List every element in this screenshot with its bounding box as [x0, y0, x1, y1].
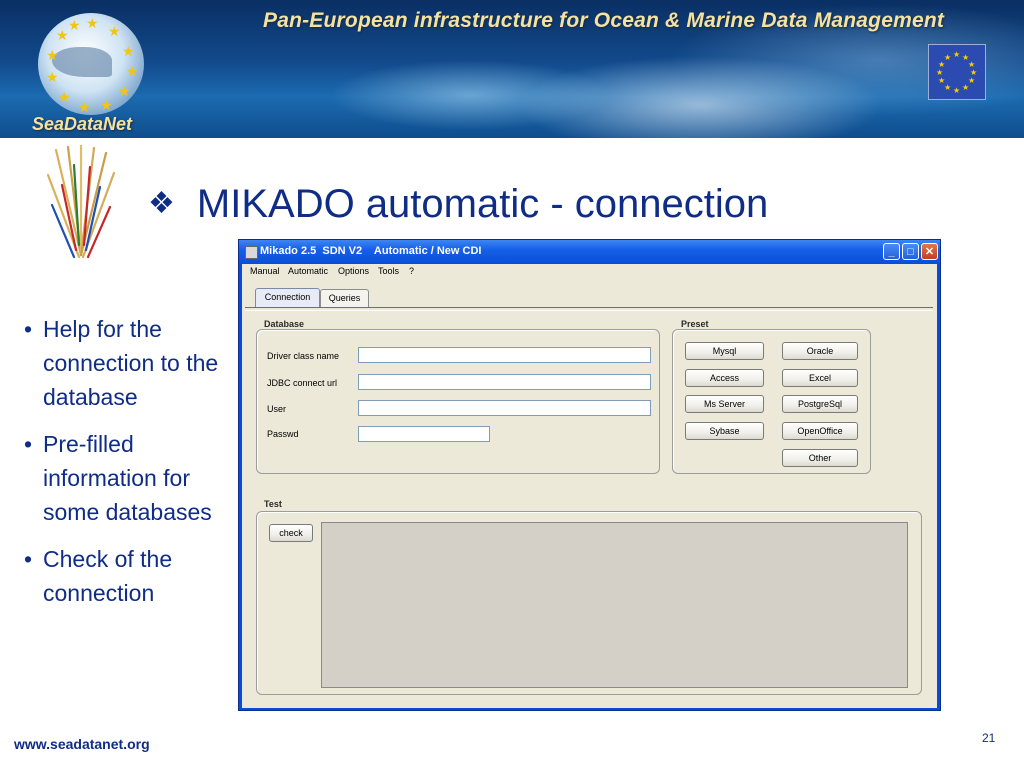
diamond-bullet-icon: ❖: [148, 187, 175, 220]
footer-url[interactable]: www.seadatanet.org: [14, 736, 150, 752]
mikado-window: Mikado 2.5 SDN V2 Automatic / New CDI _ …: [238, 239, 941, 711]
preset-sybase-button[interactable]: Sybase: [685, 422, 764, 440]
preset-other-button[interactable]: Other: [782, 449, 858, 467]
preset-msserver-button[interactable]: Ms Server: [685, 395, 764, 413]
tab-divider: [245, 307, 933, 311]
eu-flag-icon: ★ ★ ★ ★ ★ ★ ★ ★ ★ ★ ★ ★: [928, 44, 986, 100]
passwd-input[interactable]: [358, 426, 490, 442]
star-icon: ★: [58, 89, 71, 105]
window-title: Mikado 2.5 SDN V2 Automatic / New CDI: [260, 245, 482, 257]
star-icon: ★: [118, 83, 131, 99]
slide-title-text: MIKADO automatic - connection: [196, 182, 769, 226]
driver-class-label: Driver class name: [267, 351, 340, 361]
star-icon: ★: [46, 69, 59, 85]
preset-group-label: Preset: [681, 319, 709, 329]
preset-openoffice-button[interactable]: OpenOffice: [782, 422, 858, 440]
user-input[interactable]: [358, 400, 651, 416]
window-client-area: Manual Automatic Options Tools ? Connect…: [242, 264, 937, 708]
user-label: User: [267, 404, 287, 414]
passwd-label: Passwd: [267, 429, 299, 439]
preset-access-button[interactable]: Access: [685, 369, 764, 387]
star-icon: ★: [122, 43, 135, 59]
close-button[interactable]: ✕: [921, 243, 938, 260]
header-banner: ★ ★ ★ ★ ★ ★ ★ ★ ★ ★ ★ ★ SeaDataNet Pan-E…: [0, 0, 1024, 138]
bullet-list: Help for the connection to the database …: [24, 312, 224, 623]
menu-options[interactable]: Options: [338, 266, 369, 276]
menu-automatic[interactable]: Automatic: [288, 266, 328, 276]
star-icon: ★: [78, 99, 91, 115]
page-number: 21: [982, 731, 996, 745]
jdbc-url-label: JDBC connect url: [267, 378, 338, 388]
jdbc-url-input[interactable]: [358, 374, 651, 390]
maximize-button[interactable]: □: [902, 243, 919, 260]
star-icon: ★: [46, 47, 59, 63]
star-icon: ★: [126, 63, 139, 79]
star-icon: ★: [100, 97, 113, 113]
test-group-label: Test: [264, 499, 282, 509]
menu-tools[interactable]: Tools: [378, 266, 399, 276]
star-icon: ★: [86, 15, 99, 31]
window-titlebar[interactable]: Mikado 2.5 SDN V2 Automatic / New CDI _ …: [239, 240, 940, 264]
test-output-area[interactable]: [321, 522, 908, 688]
check-button[interactable]: check: [269, 524, 313, 542]
menu-bar: Manual Automatic Options Tools ?: [242, 264, 937, 282]
slide-title: ❖ MIKADO automatic - connection: [148, 180, 768, 228]
minimize-button[interactable]: _: [883, 243, 900, 260]
driver-class-input[interactable]: [358, 347, 651, 363]
menu-manual[interactable]: Manual: [250, 266, 280, 276]
preset-excel-button[interactable]: Excel: [782, 369, 858, 387]
mikado-sticks-icon: [46, 145, 116, 259]
star-icon: ★: [56, 27, 69, 43]
database-group-label: Database: [264, 319, 305, 329]
logo-text: SeaDataNet: [32, 114, 133, 134]
star-icon: ★: [68, 17, 81, 33]
bullet-item: Check of the connection: [24, 542, 224, 610]
bullet-item: Pre-filled information for some database…: [24, 427, 224, 529]
preset-mysql-button[interactable]: Mysql: [685, 342, 764, 360]
preset-postgresql-button[interactable]: PostgreSql: [782, 395, 858, 413]
star-icon: ★: [108, 23, 121, 39]
tab-queries[interactable]: Queries: [320, 289, 369, 307]
bullet-item: Help for the connection to the database: [24, 312, 224, 414]
tab-connection[interactable]: Connection: [255, 288, 320, 308]
menu-help[interactable]: ?: [409, 266, 414, 276]
preset-oracle-button[interactable]: Oracle: [782, 342, 858, 360]
java-app-icon: [245, 246, 258, 259]
banner-title: Pan-European infrastructure for Ocean & …: [263, 9, 945, 32]
